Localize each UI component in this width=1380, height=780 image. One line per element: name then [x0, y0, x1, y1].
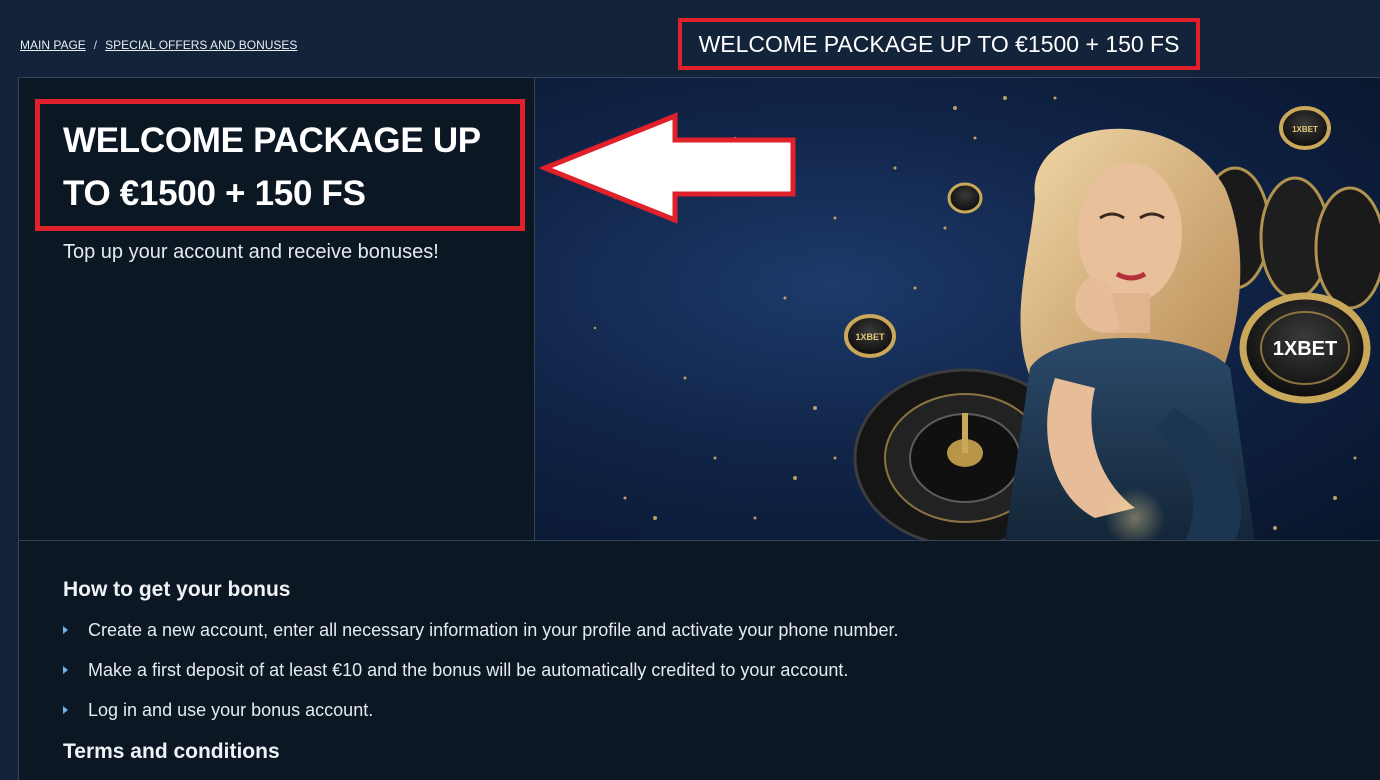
list-item: Create a new account, enter all necessar…: [63, 620, 1163, 660]
list-item: Make a first deposit of at least €10 and…: [63, 660, 1163, 700]
hero-title: WELCOME PACKAGE UP TO €1500 + 150 FS: [63, 121, 481, 213]
woman-figure: [1005, 128, 1255, 540]
promo-card: WELCOME PACKAGE UP TO €1500 + 150 FS Top…: [18, 77, 1380, 780]
hero-subtitle: Top up your account and receive bonuses!: [63, 241, 439, 263]
svg-text:1XBET: 1XBET: [855, 332, 885, 342]
chip-large: 1XBET: [1239, 292, 1371, 404]
chip-small: [947, 182, 983, 214]
chip-medium: 1XBET: [844, 314, 896, 358]
breadcrumb-special-offers-link[interactable]: SPECIAL OFFERS AND BONUSES: [105, 38, 297, 52]
breadcrumb-main-page-link[interactable]: MAIN PAGE: [20, 38, 86, 52]
arrow-left-icon: [538, 112, 796, 224]
chip-top-right: 1XBET: [1279, 106, 1331, 150]
terms-heading: Terms and conditions: [63, 740, 280, 763]
page-title-highlight: WELCOME PACKAGE UP TO €1500 + 150 FS: [678, 18, 1200, 70]
bullet-icon: [63, 706, 68, 714]
list-item-text: Log in and use your bonus account.: [88, 700, 374, 720]
svg-text:1XBET: 1XBET: [1273, 338, 1337, 360]
list-item-text: Create a new account, enter all necessar…: [88, 620, 899, 640]
svg-text:1XBET: 1XBET: [1292, 125, 1318, 134]
hero-text-panel: WELCOME PACKAGE UP TO €1500 + 150 FS Top…: [19, 78, 535, 541]
bullet-icon: [63, 626, 68, 634]
bullet-icon: [63, 666, 68, 674]
bonus-content: How to get your bonus Create a new accou…: [63, 578, 1163, 764]
breadcrumb-separator: /: [93, 38, 98, 52]
how-to-list: Create a new account, enter all necessar…: [63, 620, 1163, 740]
list-item-text: Make a first deposit of at least €10 and…: [88, 660, 849, 680]
list-item: Log in and use your bonus account.: [63, 700, 1163, 740]
breadcrumb: MAIN PAGE / SPECIAL OFFERS AND BONUSES: [20, 38, 297, 52]
page-title: WELCOME PACKAGE UP TO €1500 + 150 FS: [698, 30, 1180, 57]
how-to-heading: How to get your bonus: [63, 578, 291, 601]
